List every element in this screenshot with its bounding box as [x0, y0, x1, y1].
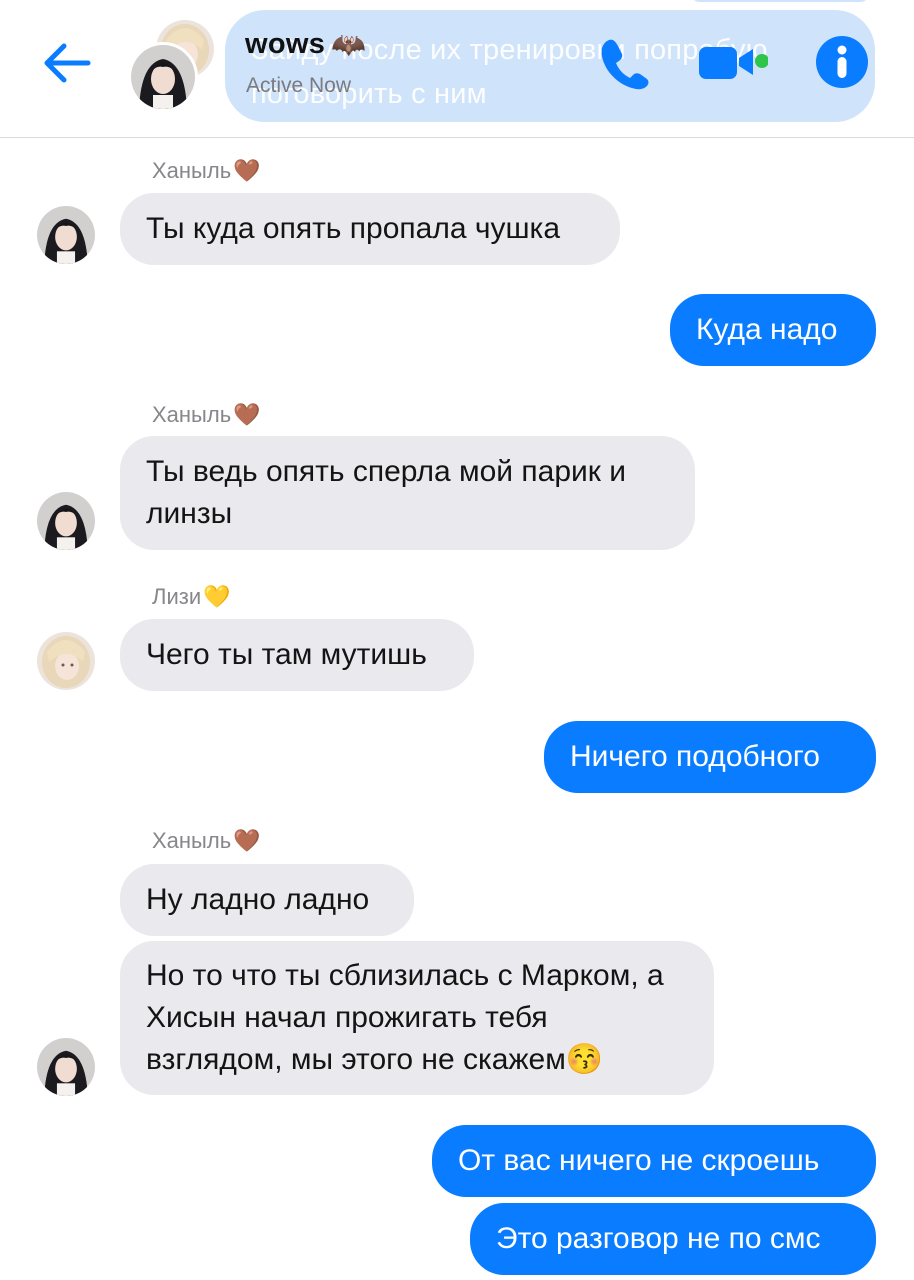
message-text: Ну ладно ладно [146, 883, 370, 916]
avatar-dark[interactable] [37, 206, 95, 264]
message-text: Ничего подобного [570, 740, 820, 773]
sender-name: Ханыль [152, 158, 232, 183]
sender-label: Ханыль 🤎 [152, 402, 261, 428]
yellow-heart-emoji: 💛 [203, 584, 231, 609]
info-icon [816, 36, 868, 88]
arrow-left-icon [44, 43, 91, 83]
incoming-message[interactable]: Ты ведь опять сперла мой парик и линзы [120, 436, 695, 550]
call-button[interactable] [598, 36, 650, 95]
chat-header: Зайду после их тренировки попробую погов… [0, 0, 914, 138]
incoming-message[interactable]: Но то что ты сблизилась с Марком, а Хисы… [120, 941, 714, 1095]
chat-title[interactable]: wows 🦇 [245, 28, 366, 61]
sender-label: Ханыль 🤎 [152, 828, 261, 854]
sender-label: Ханыль 🤎 [152, 158, 261, 184]
avatar-dark [128, 42, 198, 112]
bat-emoji: 🦇 [331, 29, 367, 60]
avatar-dark[interactable] [37, 1038, 95, 1096]
info-button[interactable] [815, 35, 869, 94]
sender-name: Ханыль [152, 828, 232, 853]
video-call-button[interactable] [698, 44, 769, 85]
message-text: Ты ведь опять сперла мой парик и линзы [146, 455, 626, 530]
brown-heart-emoji: 🤎 [233, 402, 261, 427]
avatar-dark[interactable] [37, 492, 95, 550]
message-text: Но то что ты сблизилась с Марком, а Хисы… [146, 959, 664, 1076]
brown-heart-emoji: 🤎 [233, 158, 261, 183]
message-text: Чего ты там мутишь [146, 638, 427, 671]
avatar-blonde[interactable] [37, 632, 95, 690]
message-text: От вас ничего не скроешь [458, 1144, 820, 1177]
active-status: Active Now [246, 74, 352, 97]
previous-message-bubble: Зайду после их тренировки попробую погов… [225, 10, 875, 122]
outgoing-message[interactable]: Это разговор не по смс [470, 1203, 876, 1275]
sender-name: Лизи [152, 584, 202, 609]
video-camera-icon [699, 47, 769, 79]
outgoing-message[interactable]: Ничего подобного [544, 721, 876, 793]
outgoing-message[interactable]: От вас ничего не скроешь [432, 1125, 876, 1197]
message-text: Ты куда опять пропала чушка [146, 212, 561, 245]
incoming-message[interactable]: Чего ты там мутишь [120, 619, 474, 691]
previous-bubble-edge [690, 0, 870, 2]
incoming-message[interactable]: Ну ладно ладно [120, 864, 414, 936]
chat-title-text: wows [245, 28, 326, 60]
sender-label: Лизи 💛 [152, 584, 231, 610]
group-avatar[interactable] [128, 20, 218, 112]
incoming-message[interactable]: Ты куда опять пропала чушка [120, 193, 620, 265]
message-list[interactable]: Ханыль 🤎 Ты куда опять пропала чушка Куд… [0, 138, 914, 1280]
sender-name: Ханыль [152, 402, 232, 427]
message-text: Куда надо [696, 313, 838, 346]
brown-heart-emoji: 🤎 [233, 828, 261, 853]
outgoing-message[interactable]: Куда надо [670, 294, 876, 366]
phone-icon [601, 39, 649, 90]
message-text: Это разговор не по смс [496, 1222, 821, 1255]
back-button[interactable] [38, 38, 94, 88]
